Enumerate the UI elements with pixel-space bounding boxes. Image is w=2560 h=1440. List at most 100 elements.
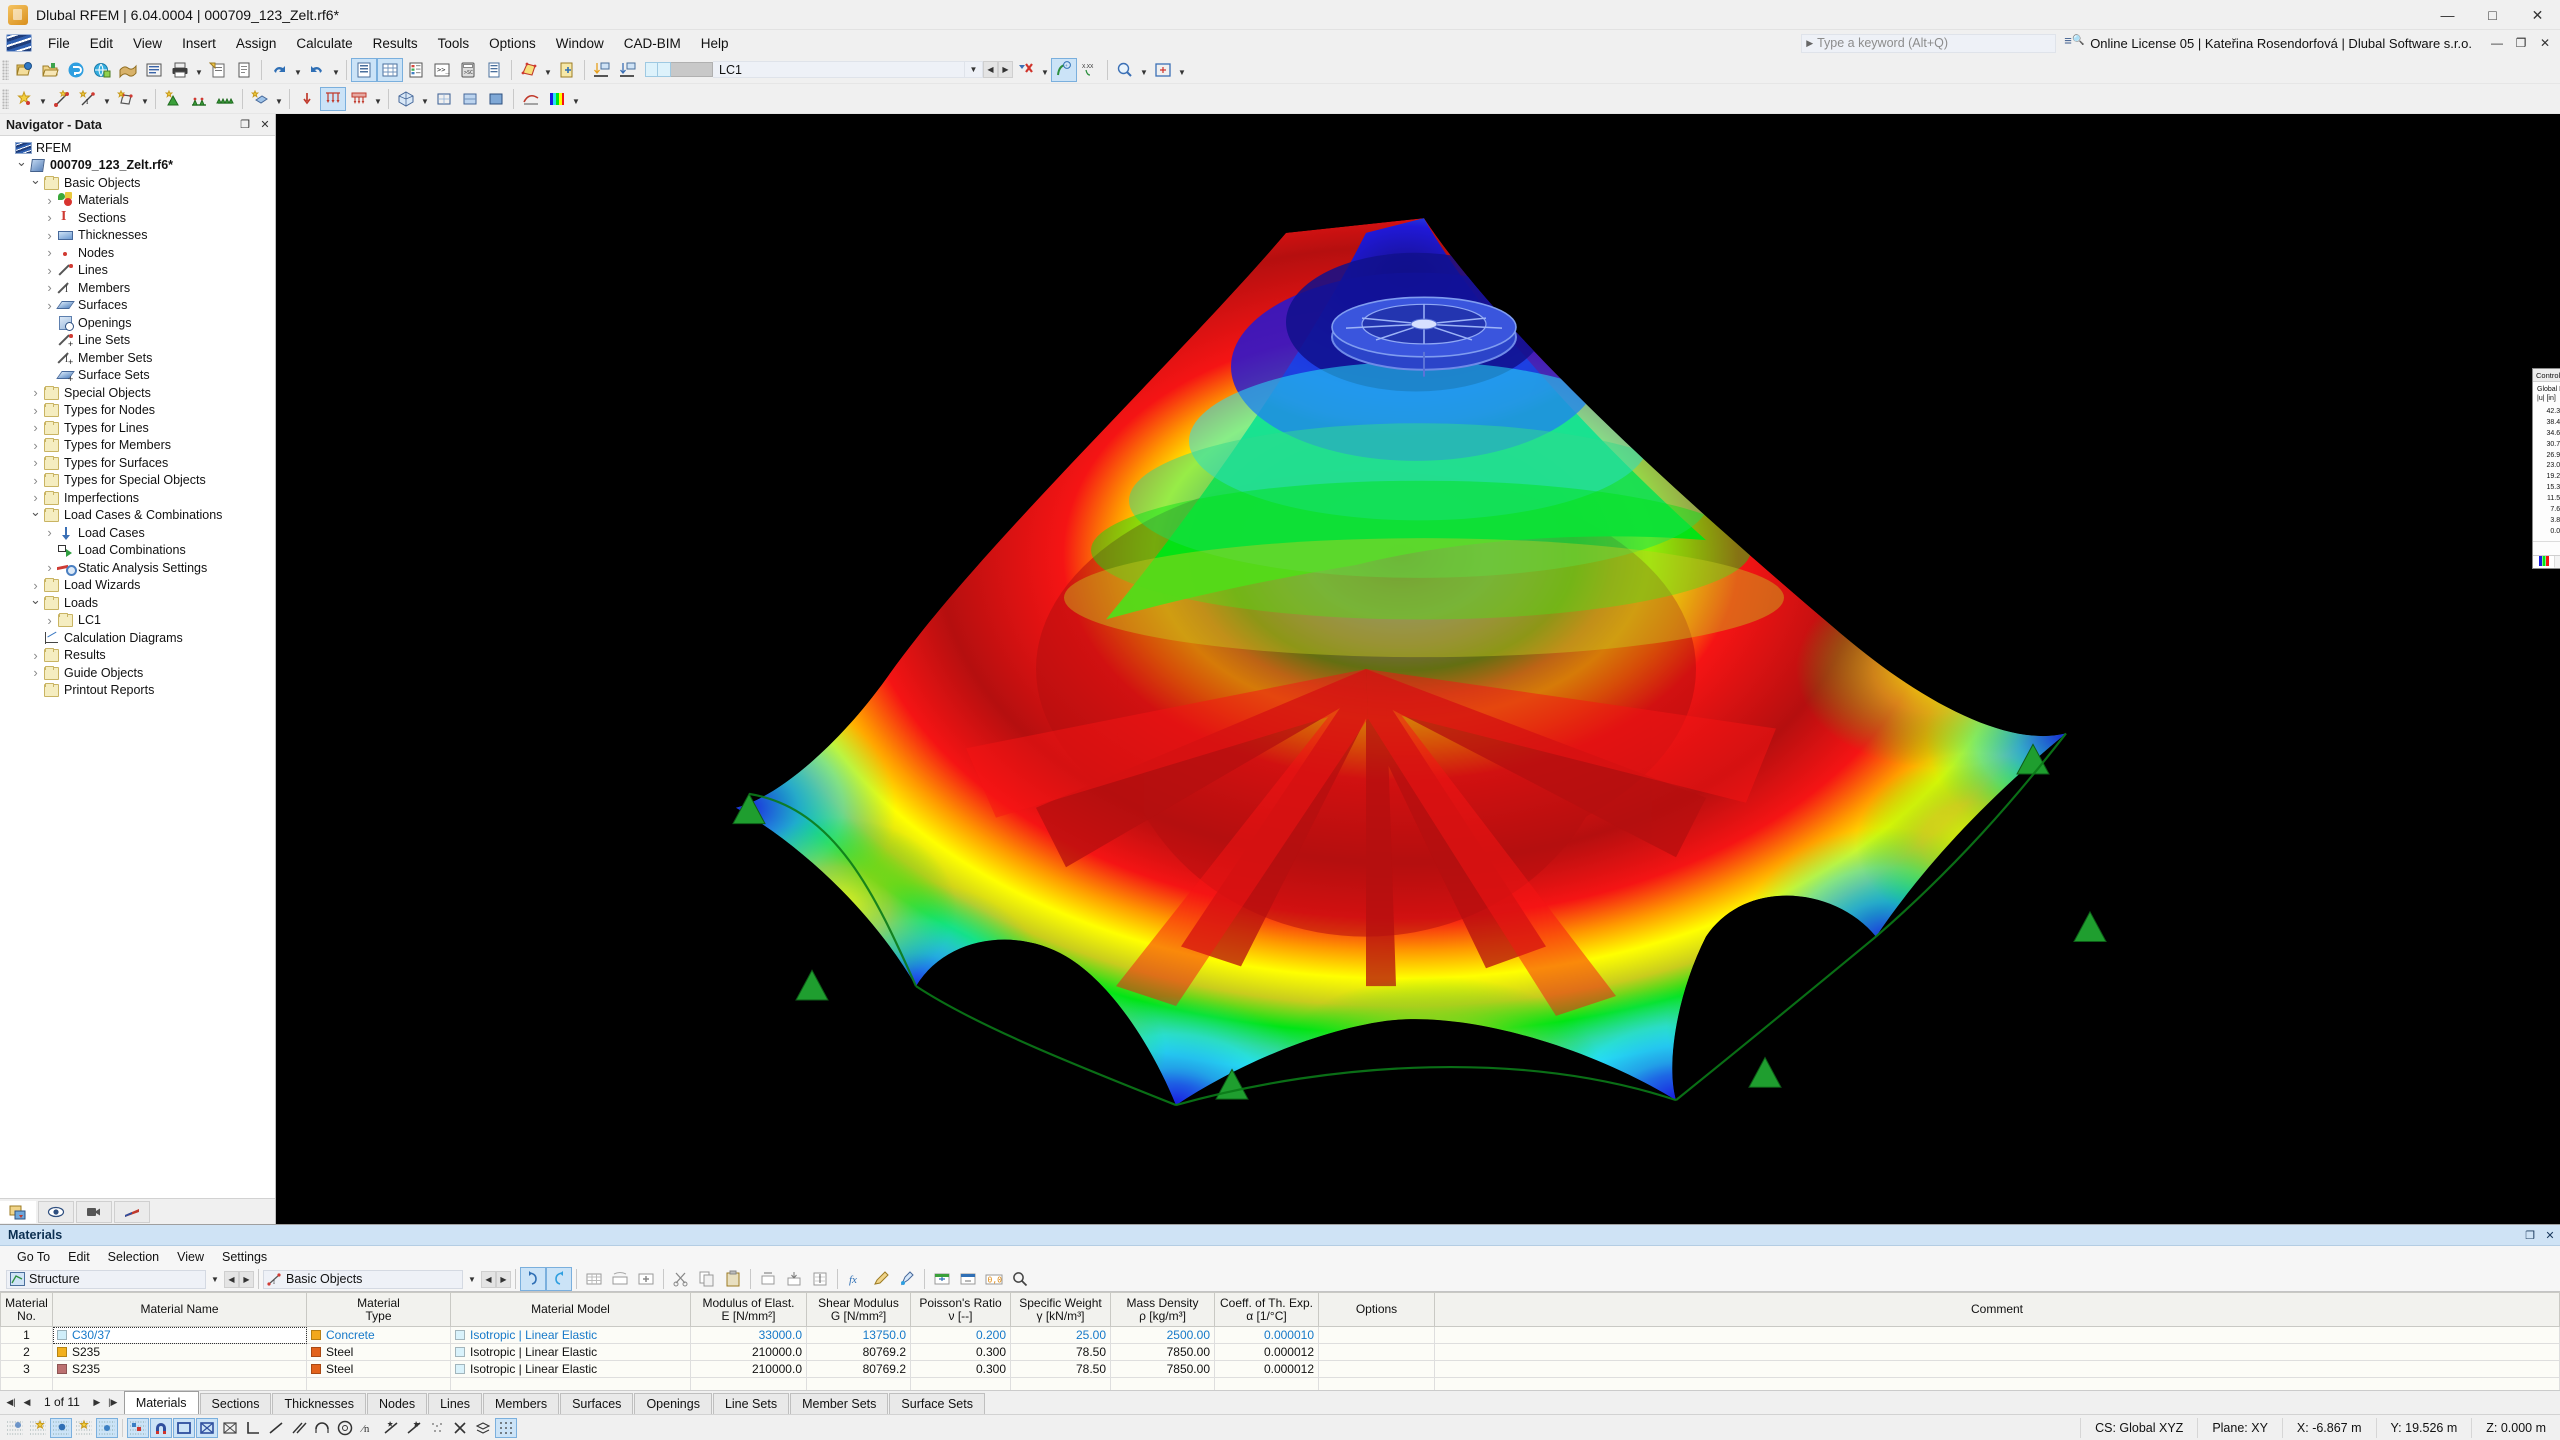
table-menu-go-to[interactable]: Go To (8, 1248, 59, 1266)
tree-item-results[interactable]: Results (0, 647, 275, 665)
cell-thermal-expansion[interactable]: 0.000012 (1214, 1360, 1319, 1378)
data-tab-surface-sets[interactable]: Surface Sets (889, 1393, 985, 1414)
cell-shear-modulus[interactable]: 80769.2 (806, 1360, 911, 1378)
structure-prev-button[interactable]: ◀ (224, 1270, 239, 1288)
model-viewport[interactable]: Control Panel ✕ Global Deformations |u| … (276, 114, 2560, 1224)
menu-help[interactable]: Help (691, 33, 739, 54)
keyword-search-input[interactable]: ▶ Type a keyword (Alt+Q) (1801, 33, 2057, 53)
cell-comment[interactable] (1434, 1326, 2560, 1344)
snap-division-button[interactable]: ⁄n (357, 1418, 379, 1438)
new-thickness-button[interactable] (247, 87, 273, 111)
cell-empty[interactable] (910, 1377, 1011, 1390)
snap-intersection-button[interactable] (380, 1418, 402, 1438)
cell-thermal-expansion[interactable]: 0.000010 (1214, 1326, 1319, 1344)
prev-record-button[interactable]: ◀ (20, 1393, 34, 1411)
column-header[interactable]: Coeff. of Th. Exp. α [1/°C] (1214, 1292, 1319, 1327)
tree-item-types-for-surfaces[interactable]: Types for Surfaces (0, 454, 275, 472)
tree-item-static-analysis-settings[interactable]: Static Analysis Settings (0, 559, 275, 577)
load-case-prev-button[interactable]: ◀ (983, 61, 998, 78)
cell-poisson-ratio[interactable]: 0.300 (910, 1360, 1011, 1378)
tree-expander-exp[interactable] (28, 507, 43, 524)
tree-expander-col[interactable] (42, 524, 57, 541)
menu-calculate[interactable]: Calculate (286, 33, 362, 54)
table-row[interactable]: 3 S235 Steel Isotropic | Linear Elastic 2100… (0, 1360, 2560, 1378)
new-load-caret[interactable]: ▼ (372, 87, 384, 111)
cell-shear-modulus[interactable]: 80769.2 (806, 1343, 911, 1361)
new-line-load-button[interactable] (320, 86, 346, 111)
console-button[interactable]: >>_ (429, 58, 455, 82)
tree-expander-col[interactable] (42, 559, 57, 576)
object-snap-button[interactable] (73, 1418, 95, 1438)
new-surface-button[interactable] (113, 87, 139, 111)
grid-snap-new-button[interactable] (27, 1418, 49, 1438)
structure-selector[interactable]: Structure (6, 1269, 206, 1289)
tree-expander-col[interactable] (28, 419, 43, 436)
view-rendered-button[interactable] (457, 87, 483, 111)
tree-expander-col[interactable] (42, 227, 57, 244)
table-menu-edit[interactable]: Edit (59, 1248, 99, 1266)
tree-item-special-objects[interactable]: Special Objects (0, 384, 275, 402)
new-member-button[interactable]: I (75, 87, 101, 111)
tree-expander-col[interactable] (28, 384, 43, 401)
select-in-table-button[interactable] (546, 1267, 572, 1291)
table-body[interactable]: 1 C30/37 Concrete Isotropic | Linear Elasti… (0, 1326, 2560, 1390)
cell-options[interactable] (1318, 1326, 1435, 1344)
cell-material-type[interactable]: Steel (306, 1360, 451, 1378)
menu-options[interactable]: Options (479, 33, 546, 54)
snap-arc-button[interactable] (311, 1418, 333, 1438)
data-tab-sections[interactable]: Sections (199, 1393, 272, 1414)
load-case-dropdown-icon[interactable]: ▼ (965, 61, 983, 78)
column-header[interactable]: Material No. (0, 1292, 53, 1327)
print-dropdown-caret[interactable]: ▼ (193, 58, 205, 82)
data-tab-line-sets[interactable]: Line Sets (712, 1393, 790, 1414)
control-panel[interactable]: Control Panel ✕ Global Deformations |u| … (2532, 368, 2560, 569)
redo-button[interactable] (304, 58, 330, 82)
magnet-snap-button[interactable] (150, 1417, 172, 1438)
tree-expander-col[interactable] (42, 612, 57, 629)
view-fit-button[interactable] (1150, 58, 1176, 82)
decimal-places-button[interactable]: 0,0 (981, 1267, 1007, 1291)
cell-modulus-elasticity[interactable]: 210000.0 (690, 1360, 807, 1378)
tree-item-rfem[interactable]: RFEM (0, 139, 275, 157)
insert-row-above-button[interactable] (781, 1267, 807, 1291)
tree-item-nodes[interactable]: Nodes (0, 244, 275, 262)
new-thickness-caret[interactable]: ▼ (273, 87, 285, 111)
tree-item-thicknesses[interactable]: Thicknesses (0, 227, 275, 245)
cell-empty[interactable] (1318, 1377, 1435, 1390)
table-add-column-button[interactable] (633, 1267, 659, 1291)
data-tab-nodes[interactable]: Nodes (366, 1393, 428, 1414)
delete-row-button[interactable] (755, 1267, 781, 1291)
cell-shear-modulus[interactable]: 13750.0 (806, 1326, 911, 1344)
navigator-display-tab[interactable] (38, 1200, 74, 1223)
snap-to-grid-button[interactable] (50, 1417, 72, 1438)
cell-specific-weight[interactable]: 25.00 (1010, 1326, 1111, 1344)
data-tab-member-sets[interactable]: Member Sets (790, 1393, 889, 1414)
print-button[interactable] (167, 58, 193, 82)
column-header[interactable]: Material Model (450, 1292, 691, 1327)
tree-expander-col[interactable] (28, 472, 43, 489)
new-nodal-load-button[interactable] (294, 87, 320, 111)
results-display-caret[interactable]: ▼ (570, 87, 582, 111)
add-object-button[interactable] (554, 58, 580, 82)
delete-results-caret[interactable]: ▼ (1039, 58, 1051, 82)
tree-expander-exp[interactable] (14, 157, 29, 174)
tree-item-lc1[interactable]: LC1 (0, 612, 275, 630)
table-row[interactable]: 2 S235 Steel Isotropic | Linear Elastic 2100… (0, 1343, 2560, 1361)
table-menu-settings[interactable]: Settings (213, 1248, 276, 1266)
cell-material-no[interactable]: 3 (0, 1360, 53, 1378)
xxx-values-button[interactable]: X.XX (1077, 58, 1103, 82)
tree-expander-col[interactable] (28, 454, 43, 471)
view-iso-caret[interactable]: ▼ (419, 87, 431, 111)
menu-view[interactable]: View (123, 33, 172, 54)
cell-mass-density[interactable]: 7850.00 (1110, 1343, 1215, 1361)
column-header[interactable]: Material Name (52, 1292, 307, 1327)
tree-item-load-wizards[interactable]: Load Wizards (0, 577, 275, 595)
tree-item-load-cases-combinations[interactable]: Load Cases & Combinations (0, 507, 275, 525)
materials-table[interactable]: Material No. Material Name Material Type Mate… (0, 1292, 2560, 1390)
cell-material-model[interactable]: Isotropic | Linear Elastic (450, 1326, 691, 1344)
new-surface-load-button[interactable] (346, 87, 372, 111)
cell-material-model[interactable]: Isotropic | Linear Elastic (450, 1360, 691, 1378)
cell-empty[interactable] (306, 1377, 451, 1390)
doc-restore-button[interactable]: ❐ (2510, 32, 2532, 54)
delete-results-button[interactable] (1013, 58, 1039, 82)
